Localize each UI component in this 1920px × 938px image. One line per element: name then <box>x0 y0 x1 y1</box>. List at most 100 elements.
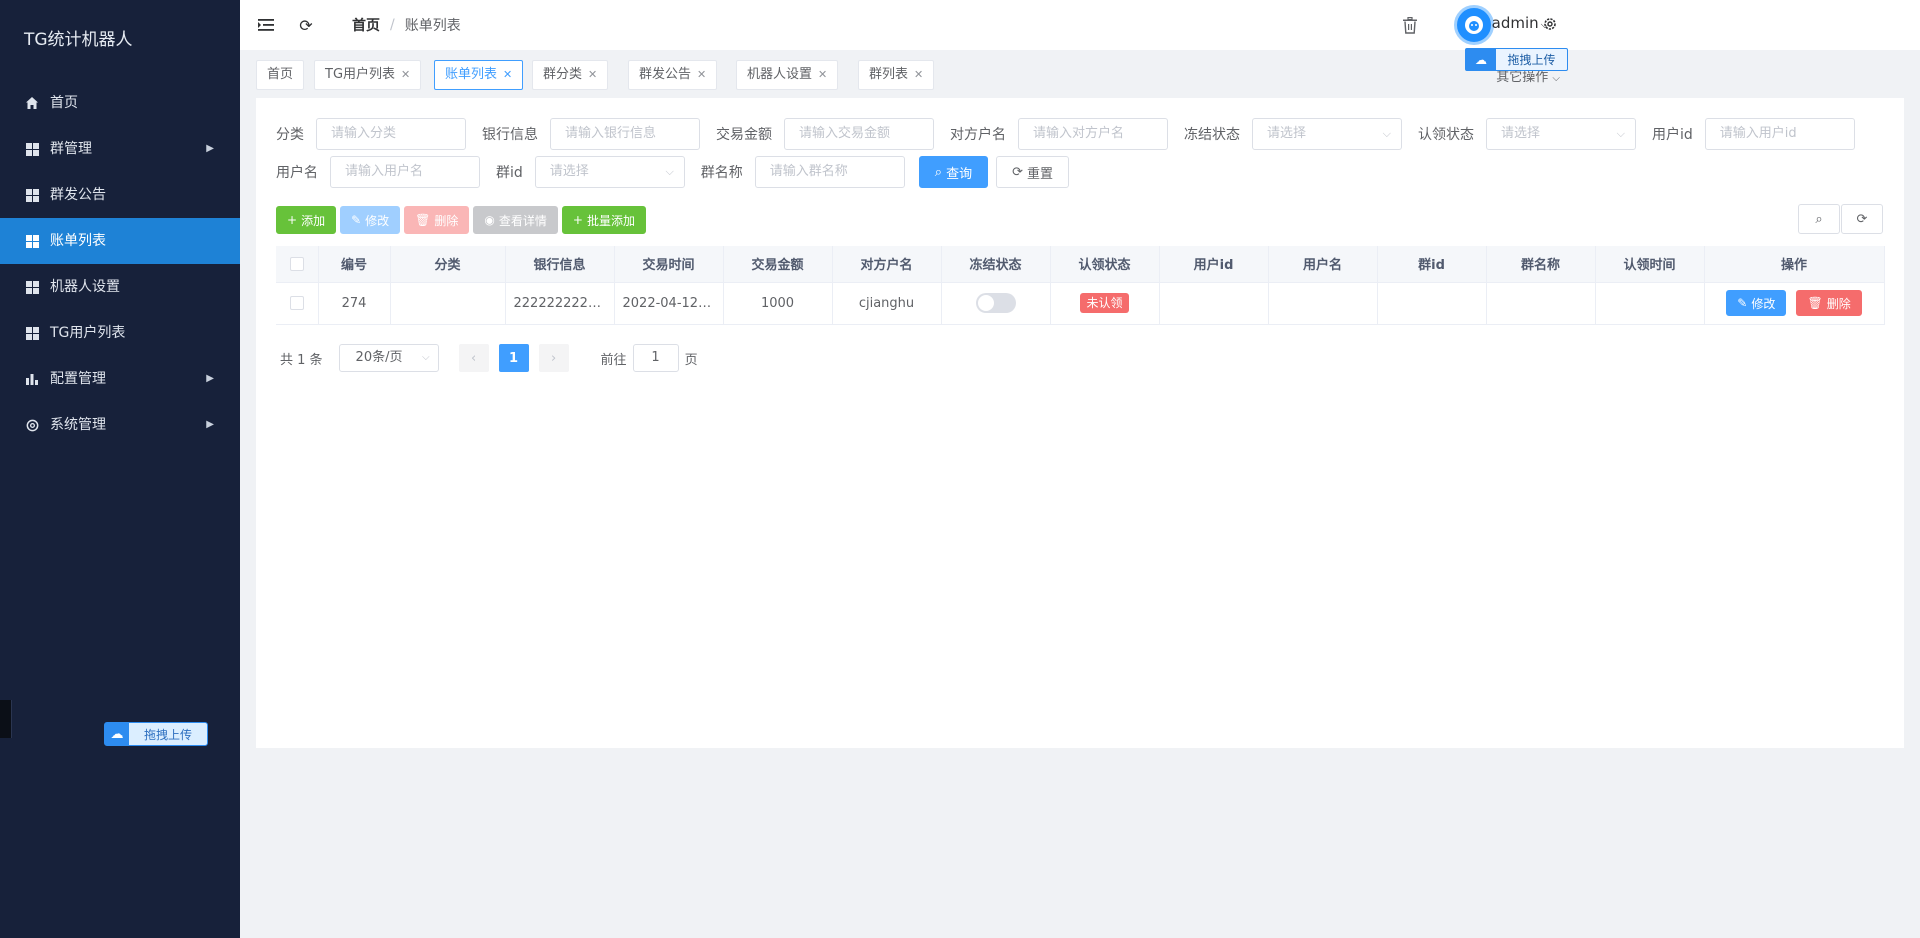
sidebar-item-broadcast[interactable]: 群发公告 <box>0 172 240 218</box>
table-row[interactable]: 274 2222222222... 2022-04-12 ... 1000 cj… <box>276 282 1885 325</box>
close-icon[interactable]: ✕ <box>503 61 512 89</box>
frozen-status-select[interactable]: 请选择 ⌵ <box>1252 118 1402 150</box>
sidebar-item-system[interactable]: 系统管理 ▶ <box>0 402 240 448</box>
tag-label: 机器人设置 <box>747 67 813 82</box>
tag-bot-settings[interactable]: 机器人设置 ✕ <box>736 60 839 90</box>
select-placeholder: 请选择 <box>1501 126 1541 141</box>
delete-button[interactable]: 🗑 删除 <box>404 206 470 234</box>
row-delete-button[interactable]: 🗑 删除 <box>1796 290 1862 316</box>
refresh-icon[interactable]: ⟳ <box>296 15 316 35</box>
caret-right-icon: ▶ <box>206 143 214 154</box>
filter-row-1: 分类 请输入分类 银行信息 请输入银行信息 交易金额 请输入交易金额 对方户名 … <box>276 118 1855 150</box>
trash-icon: 🗑 <box>415 213 431 227</box>
reset-button[interactable]: ⟳ 重置 <box>996 156 1069 188</box>
sidebar-item-config[interactable]: 配置管理 ▶ <box>0 356 240 402</box>
tag-group-category[interactable]: 群分类 ✕ <box>532 60 609 90</box>
drag-handle[interactable] <box>0 700 12 738</box>
view-detail-button[interactable]: ◉ 查看详情 <box>473 206 558 234</box>
sidebar-item-bill-list[interactable]: 账单列表 <box>0 218 240 264</box>
bill-table: 编号 分类 银行信息 交易时间 交易金额 对方户名 冻结状态 认领状态 用户id… <box>276 246 1885 325</box>
select-all-checkbox[interactable] <box>289 256 304 271</box>
sidebar-item-label: 机器人设置 <box>50 279 120 295</box>
table-header-row: 编号 分类 银行信息 交易时间 交易金额 对方户名 冻结状态 认领状态 用户id… <box>276 246 1885 283</box>
sidebar-item-home[interactable]: 首页 <box>0 80 240 126</box>
caret-right-icon: ▶ <box>206 419 214 430</box>
page-number[interactable]: 1 <box>498 344 529 372</box>
goto-page-input[interactable]: 1 <box>632 344 679 372</box>
add-button[interactable]: + 添加 <box>276 206 337 234</box>
groupname-input[interactable]: 请输入群名称 <box>754 156 905 188</box>
search-button[interactable]: ⌕ 查询 <box>918 156 989 188</box>
column-header: 群名称 <box>1486 246 1596 283</box>
filter-label-userid: 用户id <box>1652 127 1693 143</box>
tag-home[interactable]: 首页 <box>256 60 305 90</box>
grid-icon <box>24 325 40 341</box>
frozen-toggle-switch[interactable] <box>975 293 1016 313</box>
avatar[interactable] <box>1454 5 1494 45</box>
sidebar-item-bot-settings[interactable]: 机器人设置 <box>0 264 240 310</box>
cell-amount: 1000 <box>723 282 833 325</box>
column-header: 分类 <box>390 246 506 283</box>
breadcrumb-current: 账单列表 <box>404 18 461 34</box>
refresh-icon: ⟳ <box>1856 211 1868 227</box>
cloud-icon: ☁ <box>105 723 129 745</box>
brand-title: TG统计机器人 <box>24 30 133 50</box>
next-page-button[interactable]: › <box>538 344 569 372</box>
bar-chart-icon <box>24 371 40 387</box>
claim-status-select[interactable]: 请选择 ⌵ <box>1486 118 1636 150</box>
chevron-down-icon: ⌵ <box>1382 127 1391 140</box>
column-header: 群id <box>1377 246 1487 283</box>
search-icon: ⌕ <box>934 164 943 180</box>
search-icon: ⌕ <box>1815 211 1823 227</box>
batch-add-button[interactable]: + 批量添加 <box>561 206 646 234</box>
cell-groupid <box>1377 282 1487 325</box>
username-input[interactable]: 请输入用户名 <box>330 156 480 188</box>
close-icon[interactable]: ✕ <box>401 61 410 89</box>
delete-button-label: 删除 <box>434 213 459 228</box>
breadcrumb-home[interactable]: 首页 <box>352 15 380 35</box>
batch-add-label: 批量添加 <box>586 213 635 228</box>
tag-label: 群列表 <box>869 67 909 82</box>
drag-upload-widget-top[interactable]: ☁ 拖拽上传 <box>1465 48 1568 71</box>
column-header: 认领状态 <box>1050 246 1160 283</box>
userid-input[interactable]: 请输入用户id <box>1704 118 1855 150</box>
tag-group-list[interactable]: 群列表 ✕ <box>858 60 935 90</box>
view-detail-label: 查看详情 <box>498 213 547 228</box>
cloud-icon: ☁ <box>1466 49 1496 70</box>
counterparty-input[interactable]: 请输入对方户名 <box>1018 118 1168 150</box>
sidebar-item-tg-users[interactable]: TG用户列表 <box>0 310 240 356</box>
tag-tg-users[interactable]: TG用户列表 ✕ <box>314 60 422 90</box>
drag-upload-widget[interactable]: ☁ 拖拽上传 <box>104 722 208 746</box>
category-input[interactable]: 请输入分类 <box>316 118 466 150</box>
tag-bill-list[interactable]: 账单列表 ✕ <box>434 60 524 90</box>
search-button-label: 查询 <box>946 166 973 182</box>
row-checkbox[interactable] <box>289 296 304 310</box>
filter-label-counterparty: 对方户名 <box>950 127 1006 143</box>
bank-input[interactable]: 请输入银行信息 <box>550 118 700 150</box>
trash-icon[interactable] <box>1400 15 1420 35</box>
menu-toggle-icon[interactable] <box>256 15 276 35</box>
tag-broadcast[interactable]: 群发公告 ✕ <box>628 60 718 90</box>
groupid-select[interactable]: 请选择 ⌵ <box>534 156 685 188</box>
prev-page-button[interactable]: ‹ <box>458 344 489 372</box>
amount-input[interactable]: 请输入交易金额 <box>784 118 934 150</box>
close-icon[interactable]: ✕ <box>818 61 827 89</box>
refresh-table-button[interactable]: ⟳ <box>1841 204 1883 234</box>
cell-frozen <box>941 282 1051 325</box>
caret-right-icon: ▶ <box>206 373 214 384</box>
chevron-down-icon: ⌵ <box>1552 73 1560 84</box>
settings-gear-icon[interactable] <box>1540 14 1560 34</box>
home-icon <box>24 95 40 111</box>
row-edit-button[interactable]: ✎ 修改 <box>1726 290 1787 316</box>
close-icon[interactable]: ✕ <box>697 61 706 89</box>
plus-icon: + <box>572 213 583 227</box>
close-icon[interactable]: ✕ <box>914 61 923 89</box>
toggle-search-button[interactable]: ⌕ <box>1798 204 1840 234</box>
edit-button[interactable]: ✎ 修改 <box>340 206 401 234</box>
close-icon[interactable]: ✕ <box>588 61 597 89</box>
sidebar-item-label: 配置管理 <box>50 371 106 387</box>
tag-label: 首页 <box>267 67 294 82</box>
page-size-select[interactable]: 20条/页 ⌵ <box>338 344 439 372</box>
sidebar-item-group-management[interactable]: 群管理 ▶ <box>0 126 240 172</box>
cell-username <box>1268 282 1378 325</box>
